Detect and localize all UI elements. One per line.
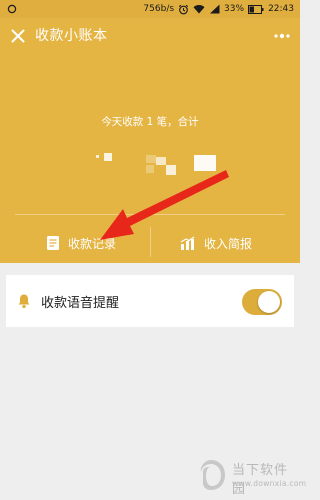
divider bbox=[150, 227, 151, 257]
battery-icon bbox=[248, 4, 264, 14]
header-panel: 收款小账本 今天收款 1 笔，合计 收款记录 收入简报 bbox=[0, 18, 300, 263]
voice-reminder-row[interactable]: 收款语音提醒 bbox=[6, 275, 294, 327]
bell-icon bbox=[18, 294, 30, 309]
today-summary: 今天收款 1 笔，合计 bbox=[101, 116, 199, 128]
network-speed: 756b/s bbox=[143, 4, 175, 14]
income-report-label: 收入简报 bbox=[204, 236, 253, 251]
income-report-button[interactable]: 收入简报 bbox=[180, 230, 252, 256]
notification-icon bbox=[7, 4, 17, 14]
document-icon bbox=[47, 236, 59, 250]
watermark-name: 当下软件园 bbox=[232, 463, 289, 497]
battery-percent: 33% bbox=[224, 4, 245, 14]
top-bar: 收款小账本 bbox=[0, 18, 300, 54]
page-title: 收款小账本 bbox=[35, 28, 108, 44]
payment-records-label: 收款记录 bbox=[68, 236, 117, 251]
wifi-icon bbox=[193, 5, 205, 14]
watermark-logo-icon bbox=[200, 460, 225, 490]
watermark: 当下软件园 www.downxia.com bbox=[192, 455, 306, 497]
bar-chart-icon bbox=[180, 236, 195, 250]
signal-icon bbox=[210, 4, 220, 14]
voice-reminder-toggle[interactable] bbox=[242, 289, 282, 315]
toggle-knob bbox=[258, 291, 280, 313]
alarm-icon bbox=[178, 4, 189, 14]
divider bbox=[15, 214, 285, 215]
watermark-url: www.downxia.com bbox=[232, 479, 307, 488]
more-options-icon[interactable] bbox=[272, 26, 292, 46]
voice-reminder-label: 收款语音提醒 bbox=[41, 296, 120, 311]
close-icon[interactable] bbox=[8, 26, 28, 46]
status-bar: 756b/s 33% 22:43 bbox=[0, 0, 300, 18]
clock: 22:43 bbox=[268, 4, 294, 14]
payment-records-button[interactable]: 收款记录 bbox=[46, 230, 116, 256]
